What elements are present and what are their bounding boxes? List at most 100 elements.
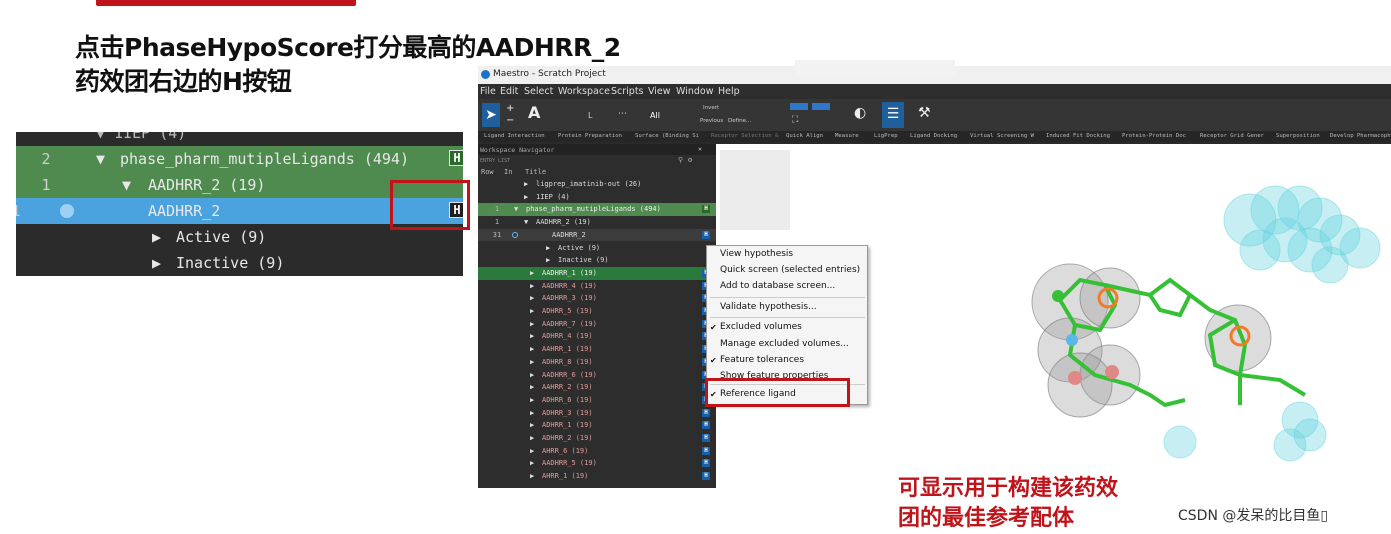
list-item[interactable]: ▶ ADHRR_3 (19) H [478, 407, 716, 420]
menu-help[interactable]: Help [718, 86, 740, 97]
list-item[interactable]: ▶ ADHRR_2 (19) H [478, 432, 716, 445]
hypothesis-h-button[interactable]: H [702, 408, 710, 417]
collapse-arrow-icon[interactable]: ▶ [530, 472, 534, 480]
collapse-arrow-icon[interactable]: ▶ [530, 459, 534, 467]
task-tab[interactable]: Receptor Grid Gener [1200, 133, 1264, 139]
list-item[interactable]: 31 AADHRR_2 H [478, 228, 716, 242]
collapse-arrow-icon[interactable]: ▶ [530, 383, 534, 391]
collapse-arrow-icon[interactable]: ▶ [530, 320, 534, 328]
list-item[interactable]: ▶ 1IEP (4) [478, 191, 716, 204]
list-item[interactable]: 2 ▼ phase_pharm_mutipleLigands (494) H [16, 146, 463, 172]
list-item[interactable]: ▶AADHRR_1 (19)H [478, 266, 716, 280]
menu-select[interactable]: Select [524, 86, 553, 97]
collapse-arrow-icon[interactable]: ▶ [152, 228, 161, 246]
task-tab[interactable]: Ligand Docking [910, 133, 957, 139]
list-item[interactable]: ▶ ADHRR_1 (19) H [478, 419, 716, 432]
expand-arrow-icon[interactable]: ▼ [122, 176, 131, 194]
hypothesis-h-button[interactable]: H [449, 150, 463, 166]
list-item[interactable]: 1 ▼ AADHRR_2 (19) [478, 216, 716, 229]
task-tab[interactable]: Ligand Interaction [484, 133, 545, 139]
list-item[interactable]: ▶AADHRR_6 (19)H [478, 369, 716, 382]
list-item[interactable]: ▶ADHRR_4 (19)H [478, 330, 716, 343]
menu-item[interactable]: Quick screen (selected entries) [720, 265, 860, 275]
more-icon[interactable]: ⋯ [618, 109, 627, 119]
close-icon[interactable]: ✕ [698, 145, 702, 153]
collapse-arrow-icon[interactable]: ▶ [530, 294, 534, 302]
menu-item[interactable]: Validate hypothesis... [720, 302, 817, 312]
list-item[interactable]: ▼ 1IEP (4) [16, 132, 463, 146]
list-item[interactable]: ▶ ligprep_imatinib-out (26) [478, 178, 716, 191]
collapse-arrow-icon[interactable]: ▶ [530, 269, 534, 277]
expand-arrow-icon[interactable]: ▼ [514, 205, 518, 213]
in-workspace-toggle[interactable] [60, 204, 74, 218]
hypothesis-h-button[interactable]: H [702, 472, 710, 481]
collapse-arrow-icon[interactable]: ▶ [530, 396, 534, 404]
presets-icon[interactable]: ☰ [882, 102, 904, 128]
plus-icon[interactable]: + [506, 103, 514, 114]
task-tab[interactable]: Superposition [1276, 133, 1320, 139]
fit-icon[interactable]: ⛶ [792, 115, 798, 125]
task-tab[interactable]: LigPrep [874, 133, 898, 139]
collapse-arrow-icon[interactable]: ▶ [530, 434, 534, 442]
collapse-arrow-icon[interactable]: ▶ [530, 332, 534, 340]
menu-file[interactable]: File [480, 86, 496, 97]
select-arrow-icon[interactable]: ➤ [482, 103, 500, 127]
collapse-arrow-icon[interactable]: ▶ [546, 244, 550, 252]
menu-workspace[interactable]: Workspace [558, 86, 610, 97]
hypothesis-h-button[interactable]: H [702, 434, 710, 442]
collapse-arrow-icon[interactable]: ▶ [524, 193, 528, 201]
collapse-arrow-icon[interactable]: ▶ [530, 307, 534, 315]
menu-scripts[interactable]: Scripts [611, 86, 644, 97]
collapse-arrow-icon[interactable]: ▶ [530, 358, 534, 366]
menu-item[interactable]: View hypothesis [720, 249, 793, 259]
select-all-button[interactable]: All [650, 111, 660, 120]
list-item[interactable]: ▶ AADHRR_5 (19) H [478, 457, 716, 470]
atoms-icon[interactable]: A [528, 103, 540, 122]
task-tab[interactable]: Develop Pharmacoph [1330, 133, 1391, 139]
expand-arrow-icon[interactable]: ▼ [524, 218, 528, 226]
task-tab[interactable]: Receptor Selection & [711, 133, 778, 139]
collapse-arrow-icon[interactable]: ▶ [530, 421, 534, 429]
tools-icon[interactable]: ⚒ [918, 105, 931, 121]
minus-icon[interactable]: − [506, 115, 514, 126]
list-item[interactable]: ▶AAHRR_2 (19)H [478, 381, 716, 394]
list-item[interactable]: ▶AADHRR_4 (19)H [478, 280, 716, 293]
menu-view[interactable]: View [648, 86, 671, 97]
previous-button[interactable]: Previous [700, 118, 723, 124]
task-tab[interactable]: Measure [835, 133, 859, 139]
collapse-arrow-icon[interactable]: ▶ [546, 256, 550, 264]
lasso-icon[interactable]: L [588, 111, 592, 120]
task-tab[interactable]: Induced Fit Docking [1046, 133, 1110, 139]
task-tab[interactable]: Quick Align [786, 133, 823, 139]
menu-item[interactable]: Manage excluded volumes... [720, 339, 849, 349]
list-item[interactable]: ▶ Inactive (9) [16, 250, 463, 276]
list-item[interactable]: ▶ADHRR_8 (19)H [478, 356, 716, 369]
collapse-arrow-icon[interactable]: ▶ [152, 254, 161, 272]
menu-item[interactable]: Add to database screen... [720, 281, 835, 291]
collapse-arrow-icon[interactable]: ▶ [530, 282, 534, 290]
collapse-arrow-icon[interactable]: ▶ [530, 371, 534, 379]
list-item[interactable]: ▶ AHRR_1 (19) H [478, 470, 716, 483]
list-item[interactable]: ▶AAHRR_1 (19)H [478, 343, 716, 356]
hypothesis-h-button[interactable]: H [702, 446, 710, 455]
task-tab[interactable]: Protein-Protein Doc [1122, 133, 1186, 139]
view-toggle[interactable] [790, 103, 808, 110]
molecule-viewer[interactable] [1000, 180, 1391, 480]
task-tab[interactable]: Surface (Binding Si [635, 133, 699, 139]
menu-item[interactable]: Feature tolerances [720, 355, 804, 365]
menu-edit[interactable]: Edit [500, 86, 518, 97]
list-item[interactable]: ▶AADHRR_3 (19)H [478, 292, 716, 305]
collapse-arrow-icon[interactable]: ▶ [524, 180, 528, 188]
expand-arrow-icon[interactable]: ▼ [96, 150, 105, 168]
hypothesis-h-button[interactable]: H [702, 230, 710, 239]
define-button[interactable]: Define... [728, 118, 751, 124]
list-item[interactable]: ▶ Active (9) [478, 242, 716, 255]
list-item[interactable]: ▶ADHRR_6 (19)H [478, 394, 716, 407]
list-item[interactable]: ▶ADHRR_5 (19)H [478, 305, 716, 318]
in-workspace-toggle[interactable] [512, 231, 518, 238]
gear-icon[interactable]: ⚙ [688, 156, 692, 164]
collapse-arrow-icon[interactable]: ▶ [530, 409, 534, 417]
list-item[interactable]: ▶ AHRR_6 (19) H [478, 445, 716, 458]
collapse-arrow-icon[interactable]: ▶ [530, 447, 534, 455]
search-icon[interactable]: ⚲ [678, 156, 683, 164]
